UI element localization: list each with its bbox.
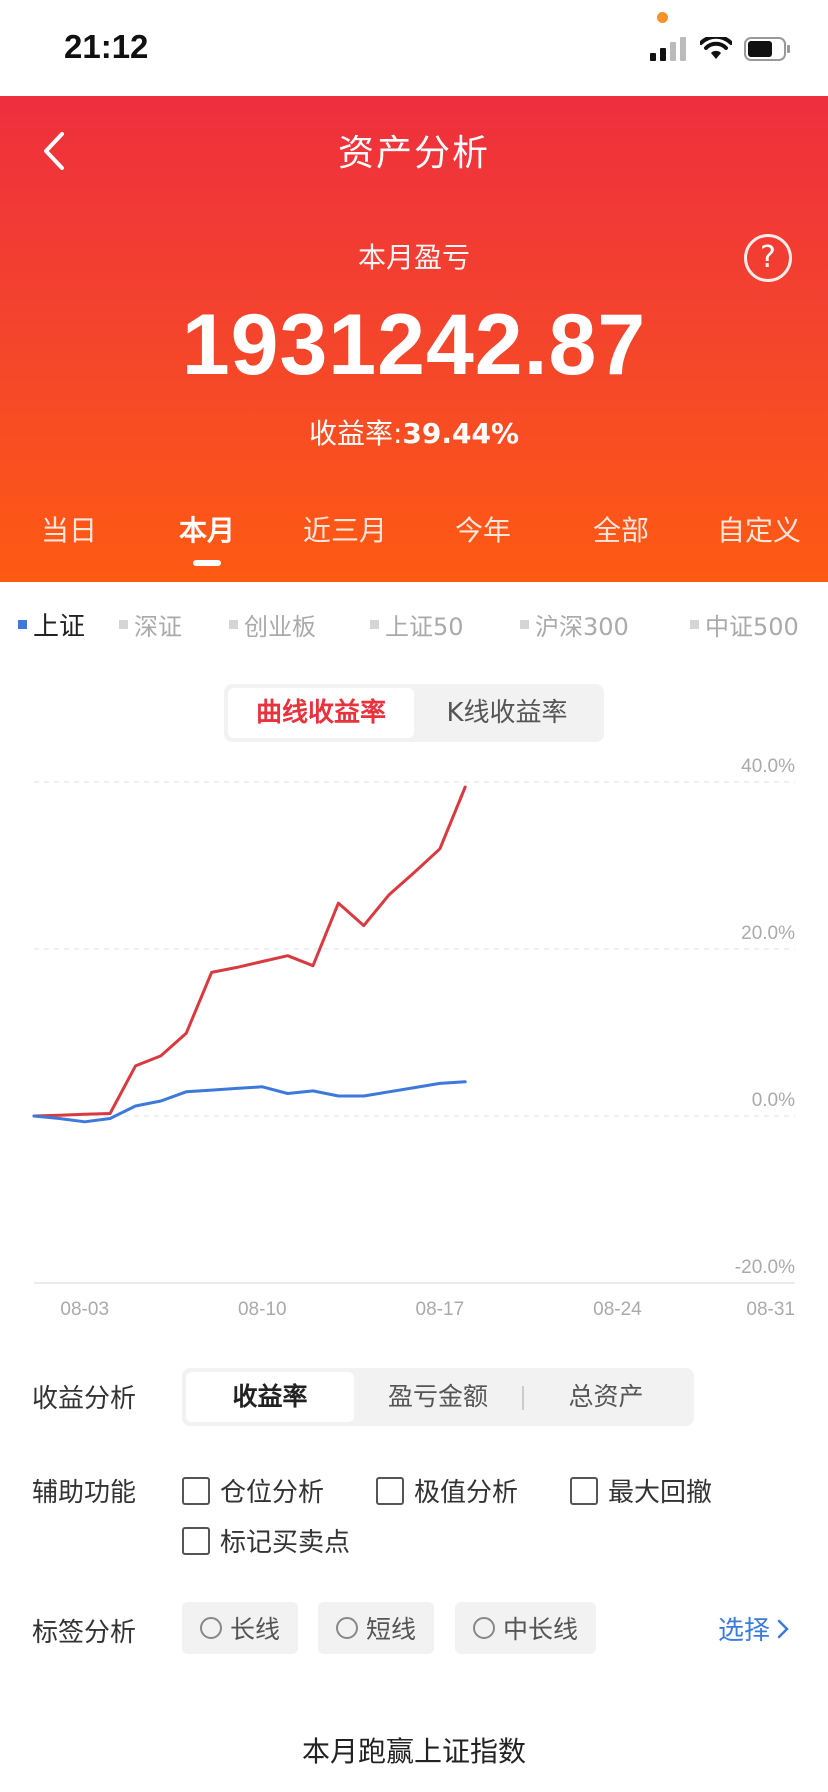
- return-chart: 40.0% 20.0% 0.0% -20.0% 08-03 08-10 08-17 08-24…: [32, 756, 795, 1320]
- tab-today[interactable]: 当日: [0, 506, 138, 566]
- x-tick-label: 08-24: [593, 1299, 642, 1320]
- tab-three-months[interactable]: 近三月: [276, 506, 414, 566]
- index-zz500[interactable]: 中证500: [690, 607, 799, 642]
- index-label: 深证: [134, 612, 182, 641]
- select-tags-link[interactable]: 选择: [718, 1610, 790, 1647]
- x-tick-label: 08-31: [746, 1299, 795, 1320]
- index-label: 沪深300: [535, 612, 629, 641]
- income-analysis-tabs: 收益率 盈亏金额 总资产: [182, 1368, 694, 1426]
- income-analysis-label: 收益分析: [32, 1384, 137, 1414]
- y-tick-label: 40.0%: [741, 756, 795, 777]
- page-title: 资产分析: [337, 133, 490, 174]
- tab-return-rate[interactable]: 收益率: [186, 1372, 354, 1422]
- return-rate: 收益率:39.44%: [0, 412, 828, 452]
- checkbox-icon: [376, 1476, 404, 1505]
- radio-icon: [200, 1617, 222, 1639]
- index-label: 中证500: [705, 612, 799, 641]
- extreme-analysis-checkbox[interactable]: 极值分析: [376, 1472, 518, 1509]
- index-selector: 上证 深证 创业板 上证50 沪深300 中证500: [0, 604, 828, 644]
- legend-square-icon: [690, 619, 699, 629]
- status-time: 21:12: [64, 28, 149, 65]
- return-rate-value: 39.44%: [402, 417, 520, 450]
- checkbox-icon: [182, 1476, 210, 1505]
- index-label: 上证: [33, 611, 86, 642]
- kline-return-button[interactable]: K线收益率: [414, 688, 600, 738]
- index-sz50[interactable]: 上证50: [370, 607, 464, 642]
- wifi-icon: [700, 37, 732, 59]
- index-hs300[interactable]: 沪深300: [520, 607, 629, 642]
- cellular-signal-icon: [650, 37, 686, 61]
- y-tick-label: 0.0%: [752, 1090, 795, 1111]
- index-cyb[interactable]: 创业板: [229, 607, 316, 642]
- legend-square-icon: [520, 619, 529, 629]
- y-tick-label: -20.0%: [735, 1257, 795, 1278]
- mark-trades-checkbox[interactable]: 标记买卖点: [182, 1522, 350, 1559]
- checkbox-icon: [570, 1476, 598, 1505]
- radio-icon: [336, 1617, 358, 1639]
- tag-label: 中长线: [503, 1615, 579, 1644]
- legend-square-icon: [119, 619, 128, 629]
- checkbox-icon: [182, 1526, 210, 1555]
- radio-icon: [473, 1617, 495, 1639]
- outperform-title: 本月跑赢上证指数: [301, 1735, 526, 1768]
- index-sh[interactable]: 上证: [18, 606, 85, 643]
- checkbox-label: 标记买卖点: [220, 1528, 351, 1558]
- tab-this-year[interactable]: 今年: [414, 506, 552, 566]
- aux-functions-label: 辅助功能: [32, 1478, 137, 1508]
- monthly-pnl-label: 本月盈亏: [357, 241, 470, 274]
- asset-header: 资产分析 本月盈亏 ? 1931242.87 收益率:39.44% 当日 本月 …: [0, 96, 828, 582]
- tag-analysis-label: 标签分析: [32, 1618, 137, 1648]
- x-tick-label: 08-10: [238, 1299, 287, 1320]
- index-label: 创业板: [244, 612, 316, 641]
- legend-square-icon: [229, 619, 238, 629]
- checkbox-label: 极值分析: [414, 1478, 519, 1508]
- checkbox-label: 最大回撤: [608, 1478, 713, 1508]
- status-icons: [650, 34, 792, 64]
- select-label: 选择: [717, 1616, 770, 1646]
- legend-square-icon: [370, 619, 379, 629]
- battery-icon: [744, 37, 790, 61]
- curve-return-button[interactable]: 曲线收益率: [228, 688, 414, 738]
- return-rate-label: 收益率:: [308, 417, 403, 450]
- position-analysis-checkbox[interactable]: 仓位分析: [182, 1472, 324, 1509]
- legend-square-icon: [18, 619, 27, 629]
- profit-rate-line: [32, 785, 467, 1118]
- pnl-amount: 1931242.87: [181, 297, 647, 393]
- index-sz[interactable]: 深证: [119, 607, 182, 642]
- tag-short-term[interactable]: 短线: [318, 1602, 435, 1654]
- tab-custom[interactable]: 自定义: [690, 506, 828, 566]
- tab-pnl-amount[interactable]: 盈亏金额: [354, 1372, 522, 1422]
- tag-label: 短线: [366, 1615, 417, 1644]
- tab-total-assets[interactable]: 总资产: [522, 1372, 690, 1422]
- y-tick-label: 20.0%: [741, 923, 795, 944]
- tag-long-term[interactable]: 长线: [182, 1602, 299, 1654]
- tag-mid-long-term[interactable]: 中长线: [455, 1602, 597, 1654]
- tab-all[interactable]: 全部: [552, 506, 690, 566]
- chevron-right-icon: [777, 1619, 789, 1638]
- checkbox-label: 仓位分析: [220, 1478, 325, 1508]
- index-label: 上证50: [385, 612, 464, 641]
- privacy-dot-icon: [657, 12, 668, 23]
- x-tick-label: 08-17: [416, 1299, 465, 1320]
- period-tabs: 当日 本月 近三月 今年 全部 自定义: [0, 506, 828, 566]
- max-drawdown-checkbox[interactable]: 最大回撤: [570, 1472, 712, 1509]
- chart-type-toggle: 曲线收益率 K线收益率: [224, 684, 604, 742]
- tag-label: 长线: [230, 1615, 281, 1644]
- status-bar: 21:12: [0, 0, 828, 96]
- x-tick-label: 08-03: [60, 1299, 109, 1320]
- help-icon[interactable]: ?: [744, 234, 792, 282]
- tab-this-month[interactable]: 本月: [138, 506, 276, 566]
